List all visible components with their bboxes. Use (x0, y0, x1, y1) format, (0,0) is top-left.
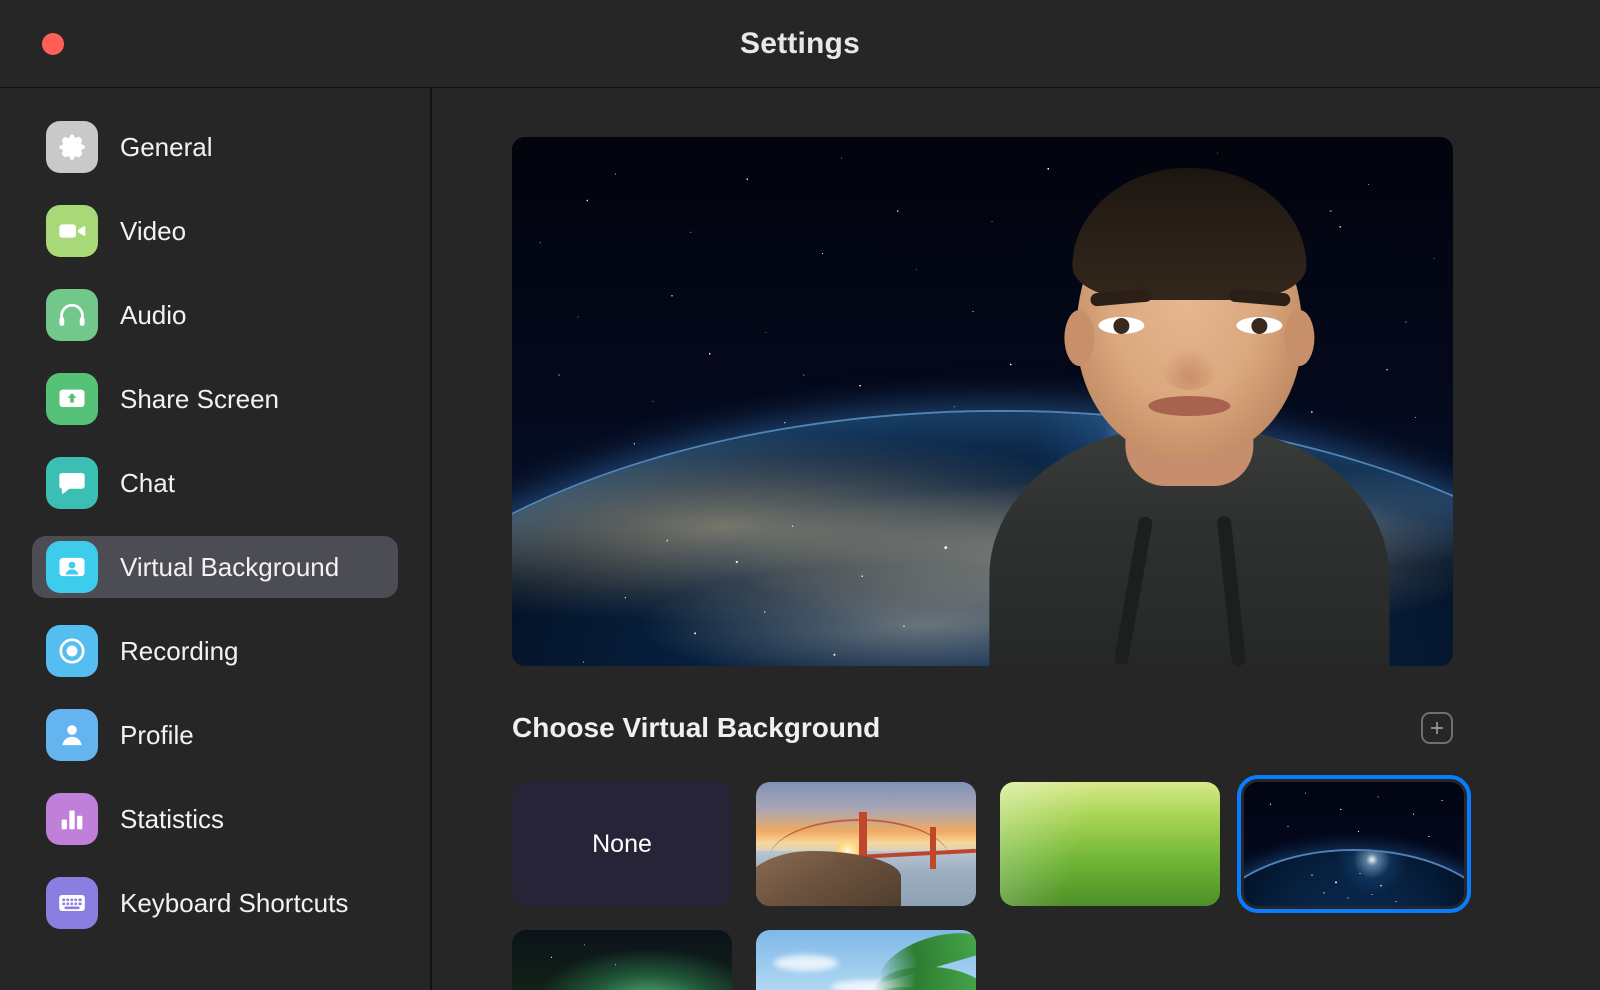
sidebar-item-recording[interactable]: Recording (32, 620, 398, 682)
settings-sidebar: General Video Audio Share Screen Chat Vi… (0, 88, 432, 990)
sidebar-item-audio[interactable]: Audio (32, 284, 398, 346)
traffic-light-controls (42, 32, 64, 55)
virtual-background-icon (46, 541, 98, 593)
video-preview[interactable] (512, 137, 1453, 666)
title-bar: Settings (0, 0, 1600, 88)
sidebar-item-label: Chat (120, 467, 175, 498)
gear-icon (46, 121, 98, 173)
sidebar-item-statistics[interactable]: Statistics (32, 788, 398, 850)
background-thumbnail-grass[interactable] (1000, 782, 1220, 906)
sidebar-item-video[interactable]: Video (32, 200, 398, 262)
sidebar-item-profile[interactable]: Profile (32, 704, 398, 766)
share-screen-icon (46, 373, 98, 425)
bridge-tower-far (929, 826, 936, 869)
background-thumbnail-earth[interactable] (1237, 775, 1471, 913)
sidebar-item-share-screen[interactable]: Share Screen (32, 368, 398, 430)
background-thumbnail-palm-tree-sky[interactable] (756, 930, 976, 990)
preview-subject (974, 168, 1404, 666)
subject-eye-right (1235, 317, 1282, 334)
bridge-cliff (756, 851, 902, 906)
add-background-button[interactable] (1421, 712, 1453, 744)
person-icon (46, 709, 98, 761)
video-camera-icon (46, 205, 98, 257)
sidebar-item-label: Keyboard Shortcuts (120, 887, 349, 918)
sidebar-item-keyboard-shortcuts[interactable]: Keyboard Shortcuts (32, 872, 398, 934)
subject-eye-left (1097, 317, 1144, 334)
bar-chart-icon (46, 793, 98, 845)
sidebar-item-label: Audio (120, 299, 187, 330)
record-icon (46, 625, 98, 677)
subject-nose (1160, 348, 1217, 390)
sidebar-item-label: Share Screen (120, 383, 279, 414)
background-thumbnail-aurora[interactable] (512, 930, 732, 990)
sidebar-item-label: Virtual Background (120, 551, 340, 582)
sidebar-item-virtual-background[interactable]: Virtual Background (32, 536, 398, 598)
background-thumbnail-label: None (592, 829, 652, 858)
sidebar-item-label: Video (120, 215, 187, 246)
background-thumbnail-grid: None (512, 775, 1471, 990)
sidebar-item-chat[interactable]: Chat (32, 452, 398, 514)
palm-cloud (773, 954, 838, 971)
keyboard-icon (46, 877, 98, 929)
section-title: Choose Virtual Background (512, 712, 881, 743)
close-window-button[interactable] (42, 32, 64, 55)
sidebar-item-label: General (120, 131, 213, 162)
plus-icon (1430, 721, 1444, 735)
sidebar-item-general[interactable]: General (32, 116, 398, 178)
settings-window: Settings General Video Audio Share Scree… (0, 0, 1600, 990)
virtual-background-panel: Choose Virtual Background None (432, 88, 1600, 990)
subject-ear-left (1063, 310, 1094, 366)
background-thumbnail-golden-gate-bridge[interactable] (756, 782, 976, 906)
window-body: General Video Audio Share Screen Chat Vi… (0, 88, 1600, 990)
sidebar-item-label: Statistics (120, 803, 225, 834)
sidebar-item-label: Profile (120, 719, 194, 750)
choose-background-header: Choose Virtual Background (512, 712, 1453, 744)
background-thumbnail-none[interactable]: None (512, 782, 732, 906)
subject-ear-right (1283, 310, 1314, 366)
headphones-icon (46, 289, 98, 341)
page-title: Settings (740, 26, 860, 60)
sidebar-item-label: Recording (120, 635, 239, 666)
chat-bubble-icon (46, 457, 98, 509)
subject-mouth (1147, 396, 1230, 416)
